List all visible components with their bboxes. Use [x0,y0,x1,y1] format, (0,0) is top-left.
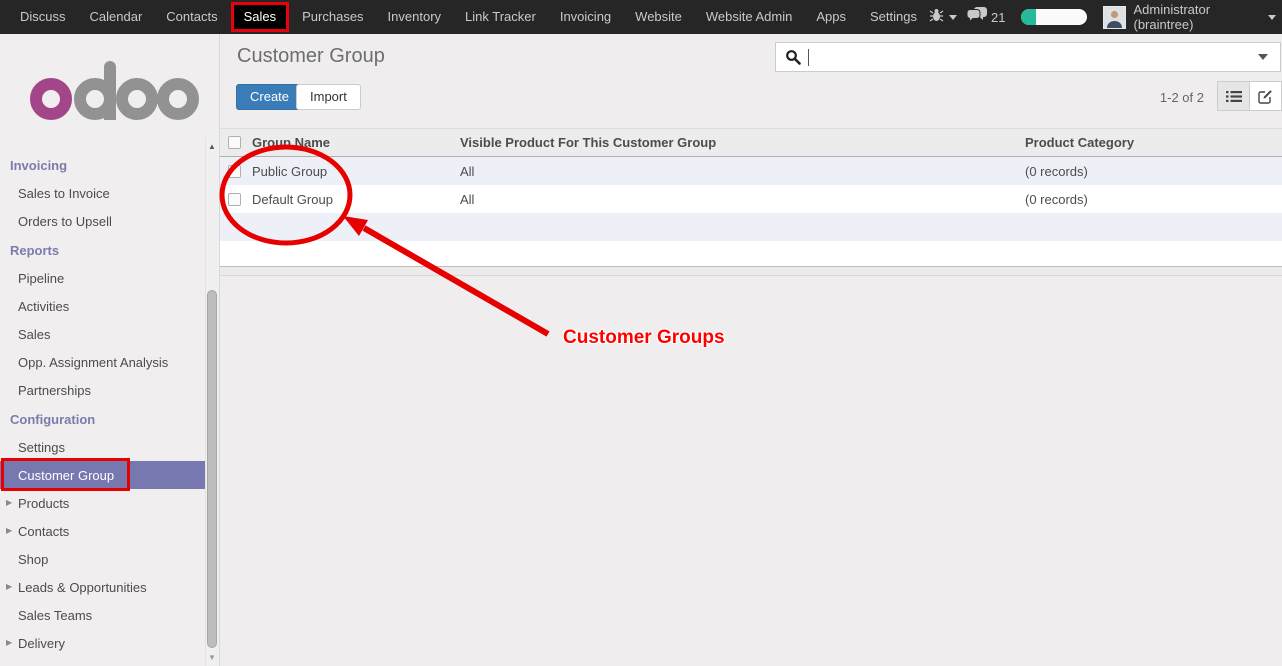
search-input[interactable] [809,44,1258,70]
nav-settings[interactable]: Settings [858,0,929,34]
cell-product-category: (0 records) [1025,164,1282,179]
column-product-category[interactable]: Product Category [1025,135,1282,150]
user-menu[interactable]: Administrator (braintree) [1133,2,1262,32]
page-title: Customer Group [237,45,385,68]
sidebar-item-label: Delivery [18,636,65,651]
view-switcher [1217,81,1282,111]
form-view-button[interactable] [1249,81,1282,111]
sidebar-item-leads-opportunities[interactable]: ▶ Leads & Opportunities [0,573,206,601]
table-header-row: Group Name Visible Product For This Cust… [220,128,1282,157]
sidebar-item-label: Leads & Opportunities [18,580,147,595]
cell-group-name: Public Group [252,164,460,179]
sidebar-item-customer-group[interactable]: Customer Group [0,461,206,489]
row-checkbox[interactable] [228,165,241,178]
sidebar-item-delivery[interactable]: ▶ Delivery [0,629,206,657]
chevron-down-icon[interactable] [1258,54,1268,60]
sidebar-item-sales[interactable]: Sales [0,320,206,348]
cell-group-name: Default Group [252,192,460,207]
sidebar-item-pipeline[interactable]: Pipeline [0,264,206,292]
table-row[interactable]: Default Group All (0 records) [220,185,1282,213]
empty-row [220,213,1282,241]
odoo-logo [30,78,200,120]
sidebar-item-partnerships[interactable]: Partnerships [0,376,206,404]
section-invoicing: Invoicing [0,150,206,179]
main-content: Customer Group Create Import 1-2 of 2 [220,34,1282,666]
chevron-down-icon[interactable] [949,15,957,20]
select-all-checkbox[interactable] [228,136,241,149]
chevron-down-icon[interactable] [1268,15,1276,20]
sidebar-item-settings[interactable]: Settings [0,433,206,461]
cell-visible-product: All [460,192,1025,207]
logo-ring-1 [30,78,72,120]
import-button[interactable]: Import [296,84,361,110]
messages-icon[interactable] [967,7,987,28]
sidebar: Invoicing Sales to Invoice Orders to Ups… [0,34,220,666]
logo-ring-3 [116,78,158,120]
sidebar-item-sales-teams[interactable]: Sales Teams [0,601,206,629]
sidebar-item-sales-to-invoice[interactable]: Sales to Invoice [0,179,206,207]
nav-inventory[interactable]: Inventory [376,0,453,34]
chevron-right-icon: ▶ [6,526,12,535]
progress-fill [1021,9,1036,25]
chevron-right-icon: ▶ [6,582,12,591]
sidebar-item-products[interactable]: ▶ Products [0,489,206,517]
table-bottom-edge [220,267,1282,276]
nav-discuss[interactable]: Discuss [8,0,78,34]
sidebar-item-opp-assignment-analysis[interactable]: Opp. Assignment Analysis [0,348,206,376]
search-box[interactable] [775,42,1281,72]
sidebar-item-contacts[interactable]: ▶ Contacts [0,517,206,545]
nav-website-admin[interactable]: Website Admin [694,0,804,34]
messages-count[interactable]: 21 [991,10,1005,25]
sidebar-item-label: Products [18,496,69,511]
sidebar-item-activities[interactable]: Activities [0,292,206,320]
nav-sales[interactable]: Sales [231,2,290,32]
list-icon [1226,90,1242,103]
top-menu-bar: Discuss Calendar Contacts Sales Purchase… [0,0,1282,34]
create-button[interactable]: Create [236,84,303,110]
cell-visible-product: All [460,164,1025,179]
table-row[interactable]: Public Group All (0 records) [220,157,1282,185]
logo-ring-4 [157,78,199,120]
row-checkbox[interactable] [228,193,241,206]
empty-row [220,241,1282,267]
chevron-right-icon: ▶ [6,498,12,507]
chevron-right-icon: ▶ [6,638,12,647]
nav-apps[interactable]: Apps [804,0,858,34]
list-table: Group Name Visible Product For This Cust… [220,128,1282,276]
nav-link-tracker[interactable]: Link Tracker [453,0,548,34]
scrollbar-up-icon[interactable]: ▲ [207,142,217,151]
search-icon [785,49,801,65]
scrollbar-thumb[interactable] [207,290,217,648]
section-configuration: Configuration [0,404,206,433]
pencil-square-icon [1258,89,1273,104]
column-group-name[interactable]: Group Name [252,135,460,150]
sidebar-menu: Invoicing Sales to Invoice Orders to Ups… [0,150,206,657]
pager: 1-2 of 2 [1160,90,1204,105]
list-view-button[interactable] [1217,81,1250,111]
nav-website[interactable]: Website [623,0,694,34]
sidebar-item-shop[interactable]: Shop [0,545,206,573]
nav-invoicing[interactable]: Invoicing [548,0,623,34]
nav-calendar[interactable]: Calendar [78,0,155,34]
sidebar-item-orders-to-upsell[interactable]: Orders to Upsell [0,207,206,235]
nav-purchases[interactable]: Purchases [290,0,375,34]
bug-icon[interactable] [929,8,944,27]
column-visible-product[interactable]: Visible Product For This Customer Group [460,135,1025,150]
cell-product-category: (0 records) [1025,192,1282,207]
sidebar-item-label: Contacts [18,524,69,539]
sidebar-item-label: Customer Group [18,468,114,483]
scrollbar-down-icon[interactable]: ▼ [207,653,217,662]
progress-pill [1021,9,1087,25]
systray: 21 Administrator (braintree) [929,2,1282,32]
avatar[interactable] [1103,6,1126,29]
nav-contacts[interactable]: Contacts [154,0,229,34]
section-reports: Reports [0,235,206,264]
logo-d-stem [104,61,116,120]
